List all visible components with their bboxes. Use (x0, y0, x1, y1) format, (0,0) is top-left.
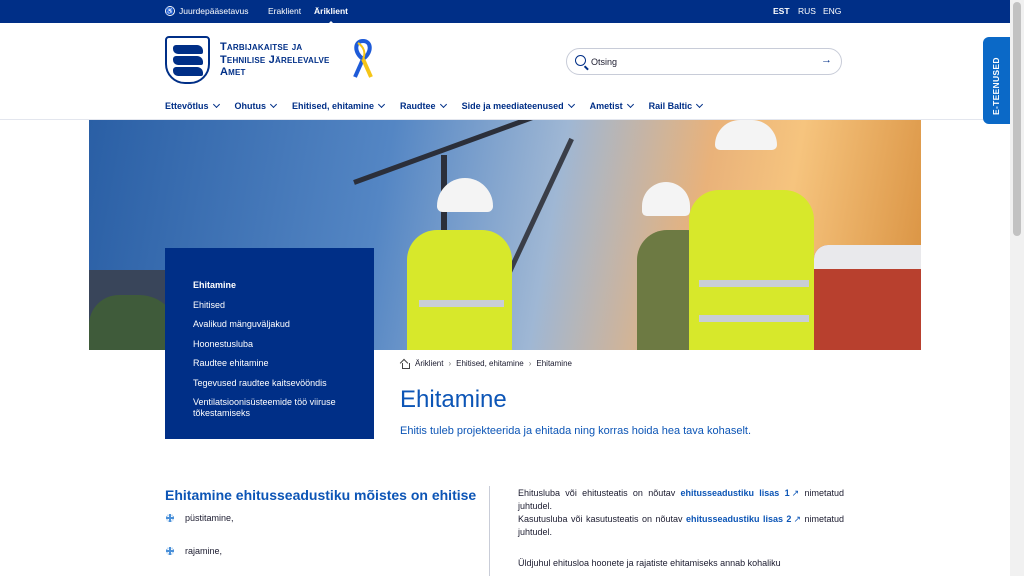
list-item: rajamine, (165, 546, 222, 556)
sidenav-item-ehitised[interactable]: Ehitised (193, 300, 363, 311)
chevron-down-icon (696, 100, 704, 109)
paragraph-use-permit: Kasutusluba või kasutusteatis on nõutav … (518, 514, 844, 537)
sidenav-item-hoonestusluba[interactable]: Hoonestusluba (193, 339, 363, 350)
chevron-right-icon: › (528, 359, 532, 368)
site-header: Tarbijakaitse ja Tehnilise Järelevalve A… (0, 23, 1010, 120)
chevron-down-icon (378, 100, 386, 109)
scrollbar[interactable] (1010, 0, 1024, 576)
org-name[interactable]: Tarbijakaitse ja Tehnilise Järelevalve A… (220, 41, 350, 79)
nav-item-raudtee[interactable]: Raudtee (400, 100, 447, 111)
lang-eng[interactable]: ENG (823, 6, 841, 16)
bullet-icon (166, 547, 174, 555)
accessibility-link[interactable]: ♿ Juurdepääsetavus (165, 6, 248, 16)
sidenav-item-ehitamine[interactable]: Ehitamine (193, 280, 363, 291)
section-title: Ehitamine ehitusseadustiku mõistes on eh… (165, 487, 477, 503)
lion-icon (172, 44, 203, 54)
ukraine-ribbon-icon (353, 39, 373, 78)
chevron-down-icon (269, 100, 278, 109)
search-submit-arrow-icon[interactable]: → (821, 54, 832, 66)
nav-item-ehitised[interactable]: Ehitised, ehitamine (292, 100, 386, 111)
lang-est[interactable]: EST (773, 6, 790, 16)
nav-item-ohutus[interactable]: Ohutus (235, 100, 278, 111)
nav-item-ametist[interactable]: Ametist (590, 100, 634, 111)
external-link-icon: ↗ (791, 488, 800, 498)
breadcrumb: Äriklient › Ehitised, ehitamine › Ehitam… (400, 359, 572, 369)
scrollbar-thumb[interactable] (1013, 2, 1021, 236)
link-annex-1[interactable]: ehitusseadustiku lisas 1 (681, 488, 790, 498)
search-icon (575, 55, 586, 66)
audience-business[interactable]: Äriklient (314, 6, 348, 25)
page-title: Ehitamine (400, 386, 507, 413)
section-side-nav: Ehitamine Ehitised Avalikud mänguväljaku… (165, 248, 374, 439)
chevron-right-icon: › (448, 359, 452, 368)
page-lead: Ehitis tuleb projekteerida ja ehitada ni… (400, 425, 752, 437)
paragraph-general: Üldjuhul ehitusloa hoonete ja rajatiste … (518, 558, 781, 568)
column-divider (489, 486, 490, 576)
sidenav-item-kaitsevoond[interactable]: Tegevused raudtee kaitsevööndis (193, 378, 363, 389)
bullet-icon (166, 514, 174, 522)
chevron-down-icon (439, 100, 447, 109)
accessibility-label: Juurdepääsetavus (179, 6, 249, 16)
sidenav-item-ventilatsioon[interactable]: Ventilatsioonisüsteemide töö viiruse tõk… (193, 397, 363, 419)
main-nav: Ettevõtlus Ohutus Ehitised, ehitamine Ra… (165, 100, 718, 111)
coat-of-arms-logo[interactable] (165, 36, 210, 84)
home-icon[interactable] (400, 360, 410, 369)
sidenav-item-raudtee-ehitamine[interactable]: Raudtee ehitamine (193, 358, 363, 369)
chevron-down-icon (626, 100, 634, 109)
paragraph-building-permit: Ehitusluba või ehitusteatis on nõutav eh… (518, 488, 844, 511)
external-link-icon: ↗ (793, 514, 801, 524)
nav-item-rail-baltic[interactable]: Rail Baltic (649, 100, 704, 111)
e-services-tab[interactable]: E-TEENUSED (983, 37, 1010, 124)
lang-rus[interactable]: RUS (798, 6, 816, 16)
breadcrumb-current: Ehitamine (536, 359, 572, 368)
audience-private[interactable]: Eraklient (268, 6, 301, 16)
chevron-down-icon (212, 100, 220, 109)
search-input[interactable] (591, 53, 811, 71)
lion-icon (172, 66, 203, 76)
nav-item-side[interactable]: Side ja meediateenused (462, 100, 575, 111)
sidenav-item-manguvaljakud[interactable]: Avalikud mänguväljakud (193, 319, 363, 330)
nav-item-ettevotlus[interactable]: Ettevõtlus (165, 100, 220, 111)
search-box: → (566, 48, 842, 75)
top-bar: ♿ Juurdepääsetavus Eraklient Äriklient E… (0, 0, 1010, 25)
lion-icon (172, 55, 203, 65)
link-annex-2[interactable]: ehitusseadustiku lisas 2 (686, 514, 791, 524)
breadcrumb-item[interactable]: Äriklient (415, 359, 443, 368)
list-item: püstitamine, (165, 513, 234, 523)
accessibility-icon: ♿ (165, 6, 175, 16)
breadcrumb-item[interactable]: Ehitised, ehitamine (456, 359, 524, 368)
chevron-down-icon (567, 100, 575, 109)
